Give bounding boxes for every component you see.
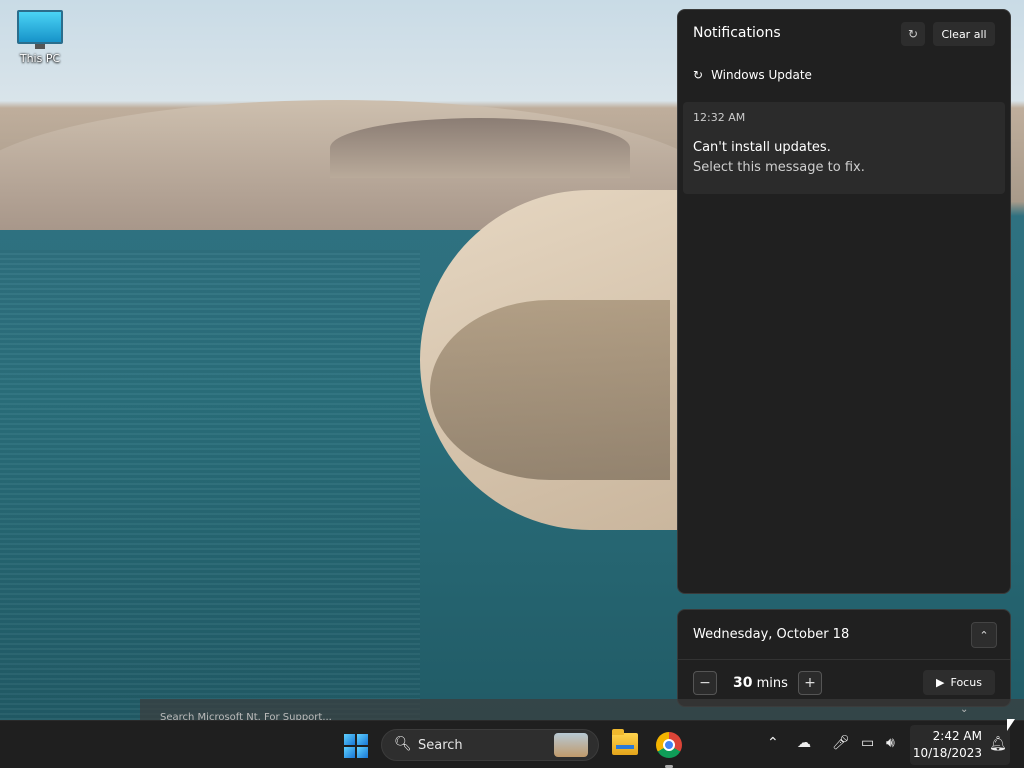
focus-start-button[interactable]: ▶ Focus	[923, 670, 995, 695]
divider	[678, 659, 1010, 660]
onedrive-icon[interactable]: ☁	[797, 735, 811, 751]
focus-duration-value: 30	[733, 675, 753, 691]
notification-center: Notifications ↻ Clear all ↻ Windows Upda…	[677, 9, 1011, 594]
windows-logo-icon	[357, 747, 368, 758]
taskbar-search-box[interactable]: 🔍︎ Search	[381, 729, 599, 761]
wallpaper-dune	[330, 118, 630, 178]
file-explorer-icon[interactable]	[612, 729, 638, 755]
notification-card[interactable]: 12:32 AM Can't install updates. Select t…	[683, 102, 1005, 194]
notification-time: 12:32 AM	[693, 111, 746, 124]
start-button[interactable]	[344, 734, 368, 758]
focus-increase-button[interactable]: +	[798, 671, 822, 695]
focus-button-label: Focus	[950, 676, 982, 689]
minus-icon: −	[699, 675, 711, 691]
chevron-up-icon[interactable]: ⌃	[767, 735, 779, 751]
search-highlight-image	[554, 733, 588, 757]
microphone-icon[interactable]: 🎤︎	[832, 735, 850, 751]
chrome-icon[interactable]	[656, 732, 682, 758]
search-placeholder: Search	[418, 738, 463, 753]
wallpaper-water	[0, 250, 420, 720]
calendar-date: Wednesday, October 18	[693, 627, 850, 642]
notification-center-title: Notifications	[693, 25, 781, 41]
chevron-down-icon[interactable]: ⌄	[960, 704, 968, 715]
plus-icon: +	[804, 675, 816, 691]
focus-duration-unit: mins	[756, 676, 788, 691]
sync-icon: ↻	[693, 68, 704, 82]
windows-logo-icon	[344, 747, 355, 758]
volume-icon[interactable]: 🔊︎	[886, 735, 895, 751]
bell-icon[interactable]: 🔔︎	[989, 736, 1007, 752]
calendar-expand-button[interactable]: ⌃	[971, 622, 997, 648]
notification-app-header[interactable]: ↻ Windows Update	[693, 68, 812, 82]
focus-decrease-button[interactable]: −	[693, 671, 717, 695]
search-icon: 🔍︎	[394, 736, 412, 752]
desktop-icon-this-pc[interactable]: This PC	[14, 10, 66, 65]
mouse-cursor	[1007, 719, 1015, 731]
network-icon[interactable]: ▭	[861, 735, 874, 751]
play-icon: ▶	[936, 676, 945, 689]
windows-logo-icon	[357, 734, 368, 745]
monitor-icon	[17, 10, 63, 49]
notification-title: Can't install updates.	[693, 140, 831, 155]
focus-duration: 30 mins	[733, 675, 788, 691]
taskbar: 🔍︎ Search ⌃ ☁ 🎤︎ ▭ 🔊︎ 2:42 AM 10/18/2023…	[0, 720, 1024, 768]
windows-logo-icon	[344, 734, 355, 745]
bell-snooze-icon: ↻	[907, 27, 919, 41]
chevron-up-icon: ⌃	[979, 628, 989, 642]
calendar-panel: Wednesday, October 18 ⌃ − 30 mins + ▶ Fo…	[677, 609, 1011, 707]
clock-date: 10/18/2023	[912, 746, 982, 760]
clear-all-button[interactable]: Clear all	[933, 22, 995, 46]
notification-app-name: Windows Update	[711, 68, 812, 82]
notification-body: Select this message to fix.	[693, 160, 865, 175]
wallpaper-sandbar	[430, 300, 670, 480]
do-not-disturb-button[interactable]: ↻	[901, 22, 925, 46]
desktop-icon-label: This PC	[19, 52, 61, 65]
clock-time: 2:42 AM	[932, 729, 982, 743]
